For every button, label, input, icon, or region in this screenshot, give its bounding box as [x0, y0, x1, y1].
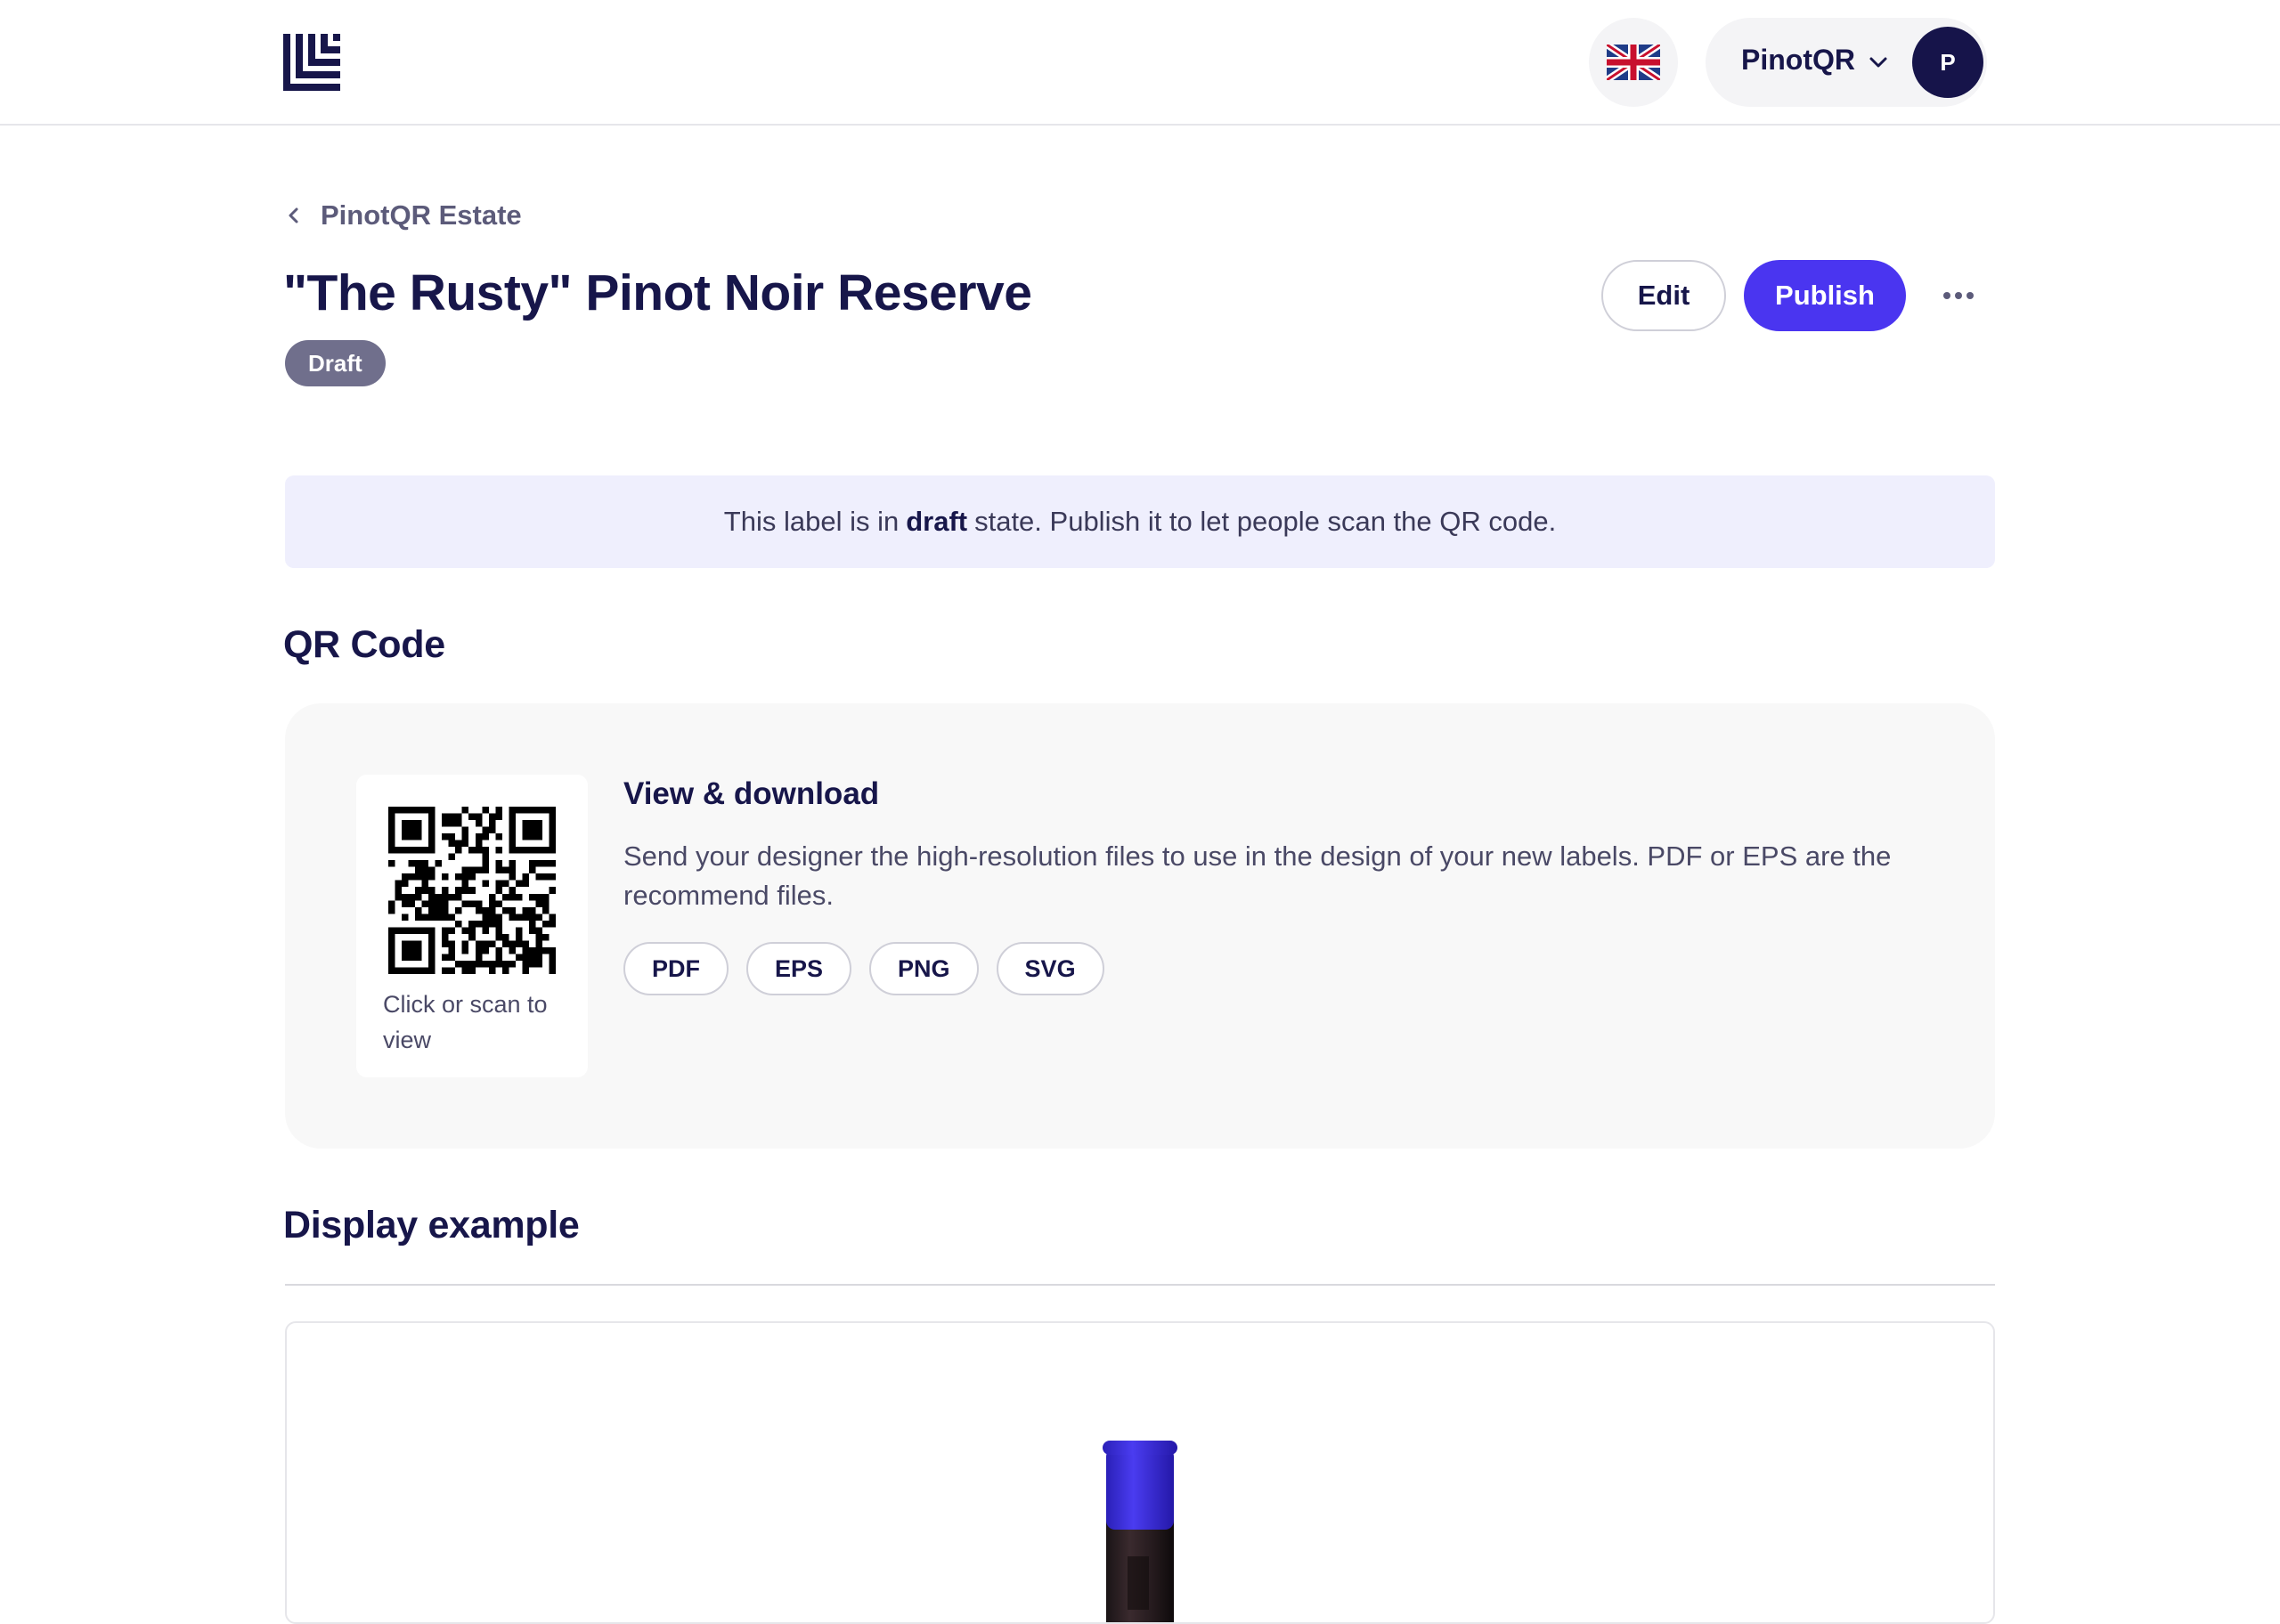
display-example-frame	[285, 1321, 1995, 1624]
download-pdf-button[interactable]: PDF	[623, 942, 729, 995]
notice-text-after: state. Publish it to let people scan the…	[974, 506, 1557, 537]
account-name: PinotQR	[1741, 44, 1855, 76]
uk-flag-icon	[1607, 45, 1660, 80]
download-svg-button[interactable]: SVG	[996, 942, 1104, 995]
download-eps-button[interactable]: EPS	[746, 942, 852, 995]
display-example-title: Display example	[283, 1204, 580, 1246]
view-download-description: Send your designer the high-resolution f…	[623, 840, 1892, 911]
wine-bottle-image	[1103, 1441, 1177, 1622]
breadcrumb[interactable]: PinotQR Estate	[283, 199, 522, 231]
status-badge: Draft	[285, 340, 386, 386]
language-button[interactable]	[1589, 18, 1678, 107]
view-download-title: View & download	[623, 776, 880, 811]
chevron-down-icon	[1869, 57, 1887, 68]
page-title: "The Rusty" Pinot Noir Reserve	[283, 264, 1032, 321]
account-menu-button[interactable]: PinotQR P	[1706, 18, 1987, 107]
section-divider	[285, 1284, 1995, 1286]
edit-button[interactable]: Edit	[1601, 260, 1726, 331]
qr-section-title: QR Code	[283, 623, 445, 666]
avatar[interactable]: P	[1912, 27, 1983, 98]
more-horizontal-icon	[1943, 292, 1974, 299]
notice-text-before: This label is in	[723, 506, 900, 537]
more-options-button[interactable]	[1931, 269, 1986, 322]
draft-notice-banner: This label is in draft state. Publish it…	[285, 475, 1995, 568]
notice-emphasis: draft	[906, 506, 968, 537]
publish-button[interactable]: Publish	[1744, 260, 1906, 331]
download-png-button[interactable]: PNG	[869, 942, 979, 995]
qr-code-image	[388, 807, 556, 974]
format-buttons: PDF EPS PNG SVG	[623, 942, 1122, 995]
qr-card: Click or scan to view View & download Se…	[285, 703, 1995, 1149]
app-logo[interactable]	[283, 34, 340, 91]
breadcrumb-label: PinotQR Estate	[321, 199, 522, 231]
chevron-left-icon	[289, 207, 298, 223]
qr-preview-tile[interactable]: Click or scan to view	[356, 775, 588, 1077]
top-bar: PinotQR P	[0, 0, 2280, 126]
qr-caption: Click or scan to view	[383, 991, 548, 1053]
